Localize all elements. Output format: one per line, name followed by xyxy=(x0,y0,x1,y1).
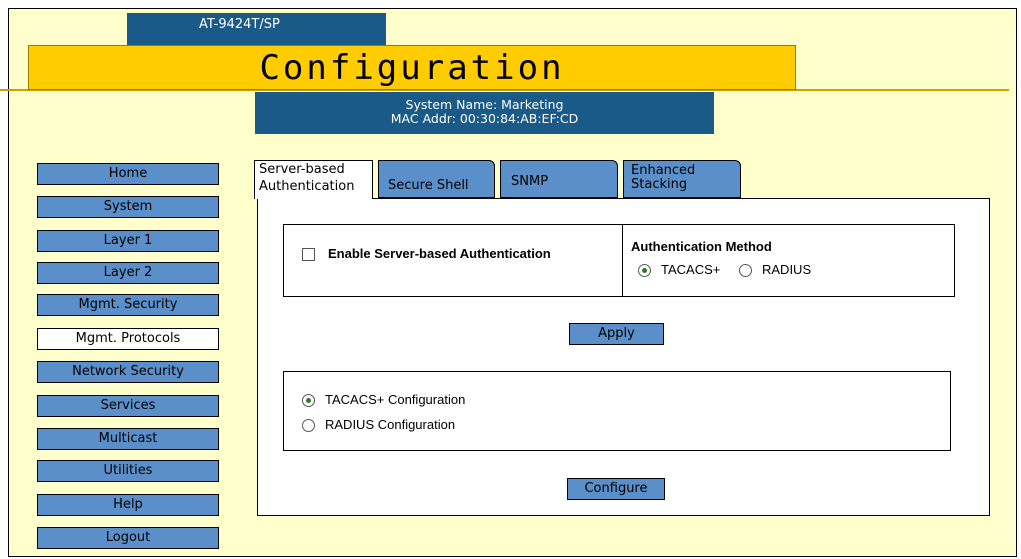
sidebar-item-help[interactable]: Help xyxy=(37,494,219,516)
sidebar-item-mgmt-security[interactable]: Mgmt. Security xyxy=(37,294,219,316)
tab-enhanced-stacking[interactable]: Enhanced Stacking xyxy=(623,160,741,198)
enable-auth-label: Enable Server-based Authentication xyxy=(328,246,551,261)
radius-config-label: RADIUS Configuration xyxy=(325,417,456,432)
sidebar-item-multicast[interactable]: Multicast xyxy=(37,428,219,450)
sidebar-item-system[interactable]: System xyxy=(37,196,219,218)
sidebar-item-layer-2[interactable]: Layer 2 xyxy=(37,262,219,284)
radius-radio[interactable] xyxy=(739,264,752,277)
system-name: System Name: Marketing xyxy=(405,97,564,112)
apply-button[interactable]: Apply xyxy=(569,323,664,345)
tacacs-radio[interactable] xyxy=(638,264,651,277)
title-bar: Configuration xyxy=(28,45,796,90)
tab-secure-shell[interactable]: Secure Shell xyxy=(378,160,495,198)
sidebar-item-network-security[interactable]: Network Security xyxy=(37,361,219,383)
system-info-box: System Name: Marketing MAC Addr: 00:30:8… xyxy=(255,92,714,134)
radius-config-radio[interactable] xyxy=(302,419,315,432)
tab-label-line1: Enhanced xyxy=(631,163,696,178)
tacacs-config-label: TACACS+ Configuration xyxy=(325,392,466,407)
sidebar-item-mgmt-protocols[interactable]: Mgmt. Protocols xyxy=(37,328,219,350)
server-configuration-box: TACACS+ Configuration RADIUS Configurati… xyxy=(283,371,951,451)
sidebar-item-logout[interactable]: Logout xyxy=(37,527,219,549)
configure-button[interactable]: Configure xyxy=(567,478,665,500)
sidebar-item-services[interactable]: Services xyxy=(37,395,219,417)
auth-method-title: Authentication Method xyxy=(631,239,772,254)
model-label: AT-9424T/SP xyxy=(127,13,386,45)
tacacs-label: TACACS+ xyxy=(661,262,721,277)
authentication-settings-box: Enable Server-based Authentication Authe… xyxy=(283,224,955,297)
tacacs-config-radio[interactable] xyxy=(302,394,315,407)
page-title: Configuration xyxy=(259,48,565,88)
tab-server-based-authentication[interactable]: Server-based Authentication xyxy=(254,160,373,199)
sidebar-item-utilities[interactable]: Utilities xyxy=(37,460,219,482)
tab-snmp[interactable]: SNMP xyxy=(500,160,618,198)
enable-auth-checkbox[interactable] xyxy=(302,248,315,261)
sidebar-item-home[interactable]: Home xyxy=(37,163,219,185)
box-divider xyxy=(622,225,623,296)
mac-address: MAC Addr: 00:30:84:AB:EF:CD xyxy=(390,111,579,126)
sidebar-item-layer-1[interactable]: Layer 1 xyxy=(37,230,219,252)
tab-label-line1: Server-based xyxy=(259,162,345,177)
tab-label-line2: Stacking xyxy=(631,177,688,192)
tab-label-line2: Authentication xyxy=(259,179,355,194)
radius-label: RADIUS xyxy=(762,262,812,277)
